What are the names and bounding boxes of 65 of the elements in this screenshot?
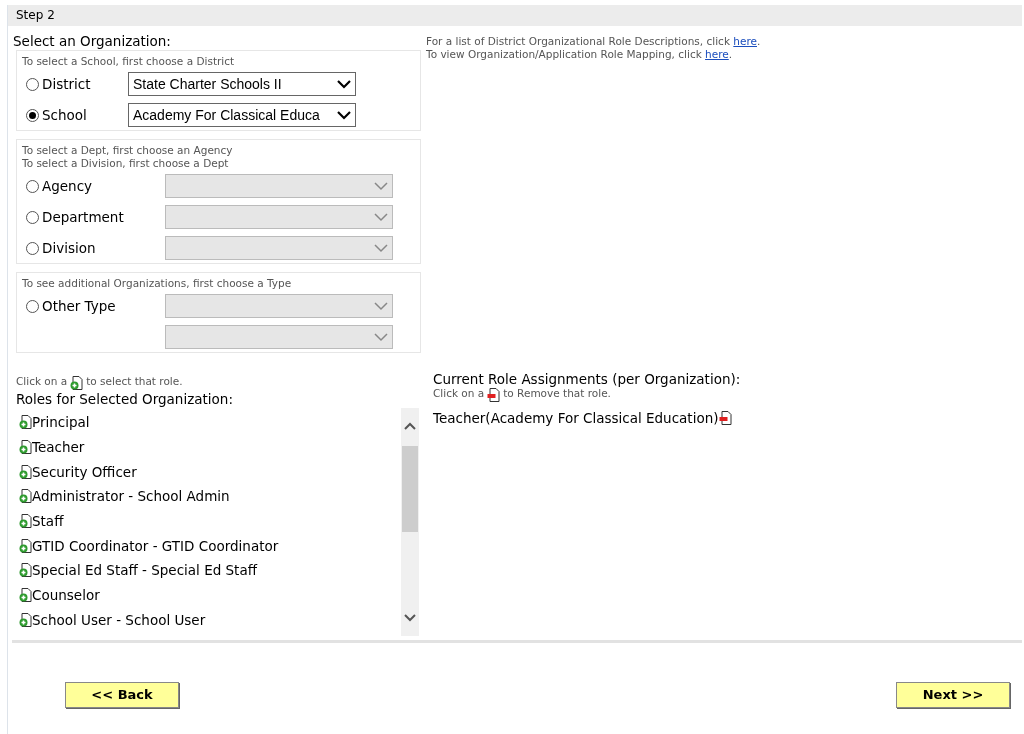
here-link[interactable]: here xyxy=(705,48,729,60)
chevron-down-icon xyxy=(374,332,388,342)
chevron-down-icon xyxy=(337,110,351,120)
add-role-icon[interactable] xyxy=(19,415,32,430)
radio-label: Department xyxy=(42,207,124,227)
add-role-icon[interactable] xyxy=(19,612,32,627)
radio-button[interactable] xyxy=(26,210,39,224)
assigned-role: Teacher(Academy For Classical Education) xyxy=(433,409,719,428)
hint-text: to Remove that role. xyxy=(503,387,611,402)
chevron-down-icon xyxy=(374,212,388,222)
hint-text: To select a Division, first choose a Dept xyxy=(22,157,230,170)
add-role-icon[interactable] xyxy=(19,489,32,504)
role-item[interactable]: Counselor xyxy=(32,585,100,606)
chevron-down-icon xyxy=(374,243,388,253)
scrollbar[interactable] xyxy=(401,408,419,636)
hint-text: To select a Dept, first choose an Agency xyxy=(22,144,234,157)
radio-button[interactable] xyxy=(26,77,39,91)
section-heading: Current Role Assignments (per Organization): xyxy=(433,370,741,388)
radio-button[interactable] xyxy=(26,299,39,313)
info-text: For a list of District Organizational Role Descriptions, click here. xyxy=(426,35,761,48)
info-text: To view Organization/Application Role Mapping, click here. xyxy=(426,48,734,61)
hint-text: To see additional Organizations, first choose a Type xyxy=(22,277,293,290)
remove-role-icon[interactable] xyxy=(718,411,732,426)
radio-button[interactable] xyxy=(26,179,39,193)
remove-role-icon[interactable] xyxy=(487,388,501,402)
role-item[interactable]: Special Ed Staff - Special Ed Staff xyxy=(32,560,257,581)
radio-label: District xyxy=(42,74,91,94)
section-heading: Roles for Selected Organization: xyxy=(16,390,234,408)
chevron-down-icon xyxy=(374,181,388,191)
dropdown-select[interactable]: State Charter Schools II xyxy=(128,72,356,96)
hint-text: Click on a xyxy=(433,386,485,402)
add-role-icon[interactable] xyxy=(19,514,32,529)
role-item[interactable]: Teacher xyxy=(32,436,85,458)
back-button[interactable]: << Back xyxy=(65,682,179,708)
role-item[interactable]: Staff xyxy=(32,510,64,532)
radio-button[interactable] xyxy=(26,241,39,255)
here-link[interactable]: here xyxy=(733,35,757,47)
radio-label: Agency xyxy=(42,176,93,196)
role-item[interactable]: Administrator - School Admin xyxy=(32,486,230,507)
hint-text: to select that role. xyxy=(86,374,183,390)
radio-label: Division xyxy=(42,238,96,258)
add-role-icon[interactable] xyxy=(19,464,32,479)
add-role-icon[interactable] xyxy=(19,538,32,553)
hint-text: Click on a xyxy=(16,374,68,390)
section-heading: Select an Organization: xyxy=(13,32,172,50)
role-item[interactable]: Security Officer xyxy=(32,461,137,482)
chevron-up-icon[interactable] xyxy=(404,422,416,430)
chevron-down-icon xyxy=(374,301,388,311)
add-role-icon[interactable] xyxy=(70,376,84,390)
next-button[interactable]: Next >> xyxy=(896,682,1010,708)
radio-button[interactable] xyxy=(26,108,39,122)
add-role-icon[interactable] xyxy=(19,563,32,578)
scrollbar-thumb[interactable] xyxy=(402,446,418,532)
hint-text: To select a School, first choose a District xyxy=(22,55,236,68)
add-role-icon[interactable] xyxy=(19,588,32,603)
dropdown-select[interactable]: Academy For Classical Educa xyxy=(128,103,356,127)
chevron-down-icon[interactable] xyxy=(404,614,416,622)
radio-label: Other Type xyxy=(42,296,116,316)
radio-label: School xyxy=(42,105,87,125)
add-role-icon[interactable] xyxy=(19,440,32,455)
role-item[interactable]: Principal xyxy=(32,412,90,433)
step-header: Step 2 xyxy=(8,5,1022,26)
role-item[interactable]: School User - School User xyxy=(32,609,206,630)
chevron-down-icon xyxy=(337,79,351,89)
role-item[interactable]: GTID Coordinator - GTID Coordinator xyxy=(32,535,279,556)
